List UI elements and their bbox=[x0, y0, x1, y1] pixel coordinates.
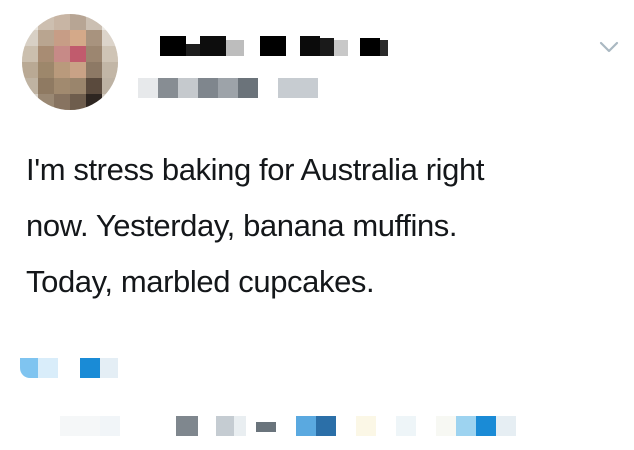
tweet-text-line: now. Yesterday, banana muffins. bbox=[26, 208, 458, 243]
chevron-down-icon[interactable] bbox=[598, 36, 620, 58]
tweet-text-line: I'm stress baking for Australia right bbox=[26, 152, 485, 187]
tweet-text: I'm stress baking for Australia right no… bbox=[26, 142, 606, 310]
user-handle[interactable] bbox=[138, 78, 328, 100]
display-name[interactable] bbox=[150, 36, 410, 58]
tweet-text-line: Today, marbled cupcakes. bbox=[26, 264, 375, 299]
obscured-link[interactable] bbox=[20, 358, 130, 380]
tweet-metadata bbox=[60, 416, 530, 438]
tweet-card: I'm stress baking for Australia right no… bbox=[0, 0, 634, 450]
avatar[interactable] bbox=[22, 14, 118, 110]
